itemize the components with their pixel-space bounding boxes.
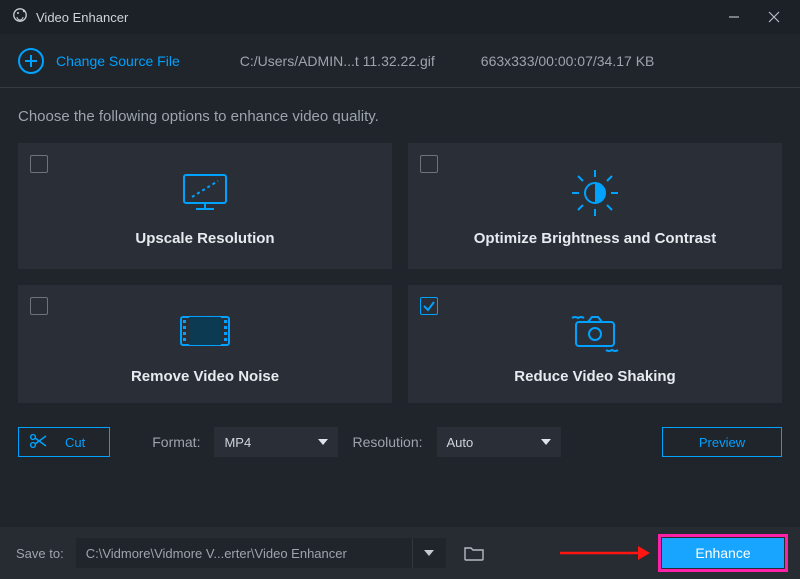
main-area: Choose the following options to enhance … xyxy=(0,108,800,457)
checkbox-shaking[interactable] xyxy=(420,297,438,315)
title-bar: Video Enhancer xyxy=(0,0,800,34)
close-button[interactable] xyxy=(754,0,794,34)
card-brightness-contrast[interactable]: Optimize Brightness and Contrast xyxy=(408,143,782,269)
checkbox-noise[interactable] xyxy=(30,297,48,315)
brightness-icon xyxy=(566,166,624,220)
save-path-dropdown[interactable] xyxy=(412,538,446,568)
footer-bar: Save to: C:\Vidmore\Vidmore V...erter\Vi… xyxy=(0,527,800,579)
card-remove-noise[interactable]: Remove Video Noise xyxy=(18,285,392,403)
minimize-button[interactable] xyxy=(714,0,754,34)
controls-row: Cut Format: MP4 Resolution: Auto Preview xyxy=(18,427,782,457)
card-label: Optimize Brightness and Contrast xyxy=(474,230,717,247)
scissors-icon xyxy=(29,433,47,452)
source-meta: 663x333/00:00:07/34.17 KB xyxy=(481,53,655,69)
enhance-options-grid: Upscale Resolution Optimize Brightness a… xyxy=(18,143,782,403)
change-source-link[interactable]: Change Source File xyxy=(56,53,180,69)
card-label: Upscale Resolution xyxy=(135,230,274,247)
preview-button[interactable]: Preview xyxy=(662,427,782,457)
chevron-down-icon xyxy=(424,550,434,556)
format-select[interactable]: MP4 xyxy=(214,427,338,457)
annotation-arrow-icon xyxy=(560,543,650,563)
source-row: Change Source File C:/Users/ADMIN...t 11… xyxy=(0,34,800,88)
source-path: C:/Users/ADMIN...t 11.32.22.gif xyxy=(240,53,435,69)
resolution-value: Auto xyxy=(447,435,474,450)
enhance-button-highlight: Enhance xyxy=(662,538,784,568)
browse-folder-button[interactable] xyxy=(458,539,490,567)
checkbox-brightness[interactable] xyxy=(420,155,438,173)
format-label: Format: xyxy=(152,434,200,450)
card-label: Remove Video Noise xyxy=(131,368,279,385)
format-value: MP4 xyxy=(224,435,251,450)
add-source-icon[interactable] xyxy=(18,48,44,74)
chevron-down-icon xyxy=(541,439,551,445)
card-label: Reduce Video Shaking xyxy=(514,368,675,385)
camera-shake-icon xyxy=(562,304,628,358)
cut-button[interactable]: Cut xyxy=(18,427,110,457)
film-icon xyxy=(175,304,235,358)
enhance-button[interactable]: Enhance xyxy=(662,538,784,568)
card-reduce-shaking[interactable]: Reduce Video Shaking xyxy=(408,285,782,403)
app-logo-icon xyxy=(12,7,28,28)
resolution-label: Resolution: xyxy=(352,434,422,450)
resolution-select[interactable]: Auto xyxy=(437,427,561,457)
cut-label: Cut xyxy=(65,435,85,450)
monitor-icon xyxy=(176,166,234,220)
chevron-down-icon xyxy=(318,439,328,445)
window-title: Video Enhancer xyxy=(36,10,128,25)
card-upscale-resolution[interactable]: Upscale Resolution xyxy=(18,143,392,269)
checkbox-upscale[interactable] xyxy=(30,155,48,173)
instruction-text: Choose the following options to enhance … xyxy=(18,108,782,125)
save-path-field[interactable]: C:\Vidmore\Vidmore V...erter\Video Enhan… xyxy=(76,538,446,568)
save-path-text: C:\Vidmore\Vidmore V...erter\Video Enhan… xyxy=(76,546,412,561)
save-to-label: Save to: xyxy=(16,546,64,561)
